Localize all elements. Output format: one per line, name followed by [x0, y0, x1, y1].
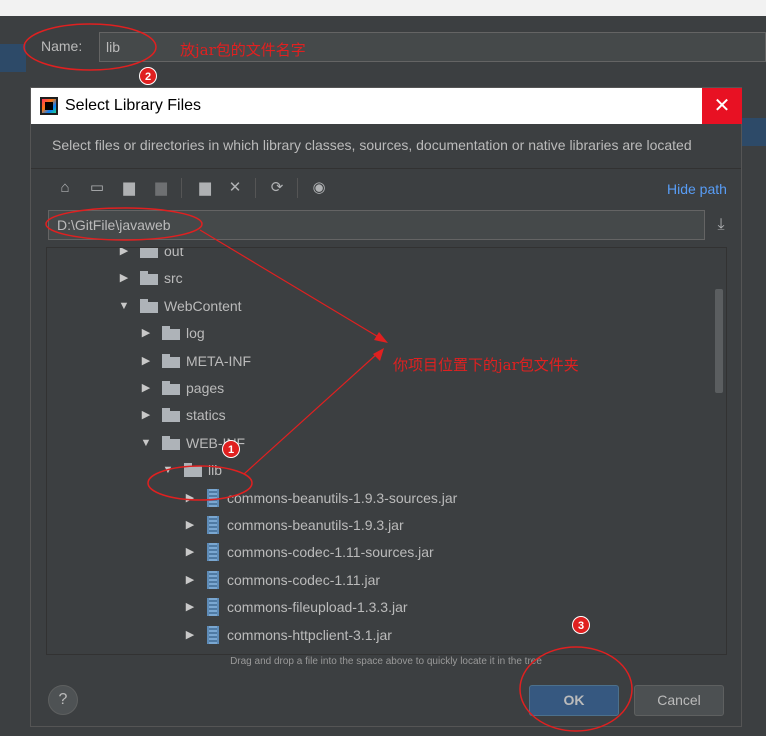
tree-jar-item[interactable]: ▶ commons-codec-1.11-sources.jar — [47, 540, 712, 564]
folder-icon — [162, 381, 180, 395]
expand-arrow-icon[interactable]: ▶ — [139, 325, 153, 341]
tree-jar-item[interactable]: ▶ commons-beanutils-1.9.3.jar — [47, 513, 712, 537]
tree-item-label: commons-httpclient-3.1.jar — [227, 626, 392, 643]
divider — [31, 168, 741, 169]
toolbar-separator — [255, 178, 256, 198]
tree-jar-item[interactable]: ▶ commons-codec-1.11.jar — [47, 568, 712, 592]
folder-icon — [162, 435, 180, 450]
dialog-titlebar: Select Library Files ✕ — [31, 88, 742, 124]
dialog-description: Select files or directories in which lib… — [52, 137, 692, 153]
tree-folder-item[interactable]: ▶ pages — [47, 376, 712, 400]
file-chooser-toolbar: ⌂ ▭ ▆ ▆ ▆ ✕ ⟳ ◉ — [49, 174, 729, 202]
tree-item-label: META-INF — [186, 352, 252, 369]
tree-folder-item[interactable]: ▼ WEB-INF — [47, 431, 712, 455]
file-tree[interactable]: ▶ out ▶ src ▼ WebContent ▶ log ▶ META-INF ▶ pages ▶ s… — [46, 247, 727, 655]
tree-item-label: commons-beanutils-1.9.3.jar — [227, 517, 404, 533]
jar-file-icon — [207, 516, 219, 534]
expand-arrow-icon[interactable]: ▶ — [117, 248, 131, 259]
expand-arrow-icon[interactable]: ▶ — [183, 517, 197, 533]
project-folder-icon[interactable]: ▆ — [117, 176, 141, 200]
tree-item-label: statics — [186, 407, 226, 424]
tree-item-label: commons-fileupload-1.3.3.jar — [227, 599, 408, 616]
tree-folder-item[interactable]: ▶ out — [47, 247, 712, 263]
annotation-folder-note: 你项目位置下的jar包文件夹 — [393, 356, 579, 374]
show-hidden-icon[interactable]: ◉ — [307, 176, 331, 200]
annotation-name-note: 放jar包的文件名字 — [180, 41, 306, 59]
jar-file-icon — [207, 488, 219, 507]
background-selection-accent — [0, 44, 26, 72]
tree-folder-item[interactable]: ▶ src — [47, 266, 712, 290]
cancel-button[interactable]: Cancel — [634, 685, 724, 716]
expand-arrow-icon[interactable]: ▶ — [183, 627, 197, 643]
toolbar-separator — [297, 178, 298, 198]
folder-icon — [162, 353, 180, 368]
expand-arrow-icon[interactable]: ▶ — [183, 544, 197, 560]
folder-icon — [184, 463, 202, 478]
tree-item-label: commons-codec-1.11.jar — [227, 571, 381, 588]
background-selection-accent-right — [740, 118, 766, 146]
collapse-arrow-icon[interactable]: ▼ — [117, 298, 131, 314]
module-folder-icon[interactable]: ▆ — [149, 176, 173, 200]
hide-path-link[interactable]: Hide path — [667, 181, 727, 197]
refresh-icon[interactable]: ⟳ — [265, 176, 289, 200]
tree-jar-item[interactable]: ▶ commons-httpclient-3.1.jar — [47, 623, 712, 647]
folder-icon — [162, 408, 180, 423]
tree-item-label: out — [164, 247, 184, 259]
folder-icon — [140, 248, 158, 258]
tree-scrollbar[interactable] — [715, 289, 723, 393]
download-icon[interactable]: ⤓ — [709, 212, 733, 238]
tree-jar-item[interactable]: ▶ commons-beanutils-1.9.3-sources.jar — [47, 486, 712, 510]
tree-item-label: pages — [186, 380, 225, 396]
tree-item-label: log — [186, 325, 205, 342]
ok-button[interactable]: OK — [529, 685, 619, 716]
folder-icon — [140, 298, 158, 313]
tree-folder-item[interactable]: ▶ META-INF — [47, 349, 712, 373]
tree-folder-item[interactable]: ▶ log — [47, 321, 712, 345]
badge-3: 3 — [572, 616, 590, 634]
badge-2: 2 — [139, 67, 157, 85]
tree-item-label: commons-codec-1.11-sources.jar — [227, 544, 434, 561]
jar-file-icon — [207, 543, 219, 562]
delete-icon[interactable]: ✕ — [223, 176, 247, 200]
name-label: Name: — [41, 38, 83, 54]
jar-file-icon — [207, 598, 219, 617]
home-icon[interactable]: ⌂ — [53, 176, 77, 200]
expand-arrow-icon[interactable]: ▶ — [139, 380, 153, 396]
collapse-arrow-icon[interactable]: ▼ — [161, 462, 175, 478]
folder-icon — [140, 271, 158, 286]
tree-item-label: src — [164, 270, 183, 287]
tree-folder-item[interactable]: ▼ WebContent — [47, 294, 712, 318]
toolbar-separator — [181, 178, 182, 198]
expand-arrow-icon[interactable]: ▶ — [117, 270, 131, 286]
intellij-logo-icon — [40, 97, 58, 115]
jar-file-icon — [207, 625, 219, 644]
tree-item-label: WebContent — [164, 297, 242, 314]
dialog-title: Select Library Files — [65, 97, 202, 114]
tree-item-label: lib — [208, 462, 223, 479]
collapse-arrow-icon[interactable]: ▼ — [139, 435, 153, 451]
new-folder-icon[interactable]: ▆ — [193, 176, 217, 200]
tree-item-label: commons-beanutils-1.9.3-sources.jar — [227, 489, 458, 506]
expand-arrow-icon[interactable]: ▶ — [183, 572, 197, 588]
tree-jar-item[interactable]: ▶ commons-fileupload-1.3.3.jar — [47, 595, 712, 619]
help-button[interactable]: ? — [48, 685, 78, 715]
badge-1: 1 — [222, 440, 240, 458]
tree-folder-item[interactable]: ▶ statics — [47, 403, 712, 427]
drag-drop-hint: Drag and drop a file into the space abov… — [230, 656, 542, 667]
tree-folder-item[interactable]: ▼ lib — [47, 458, 712, 482]
path-field[interactable]: D:\GitFile\javaweb — [48, 210, 705, 240]
expand-arrow-icon[interactable]: ▶ — [139, 407, 153, 423]
folder-icon — [162, 326, 180, 341]
select-library-files-dialog: Select Library Files ✕ Select files or d… — [30, 87, 742, 727]
expand-arrow-icon[interactable]: ▶ — [183, 490, 197, 506]
expand-arrow-icon[interactable]: ▶ — [183, 599, 197, 615]
jar-file-icon — [207, 570, 219, 589]
expand-arrow-icon[interactable]: ▶ — [139, 353, 153, 369]
close-button[interactable]: ✕ — [702, 88, 742, 124]
desktop-icon[interactable]: ▭ — [85, 176, 109, 200]
top-strip — [0, 0, 766, 16]
